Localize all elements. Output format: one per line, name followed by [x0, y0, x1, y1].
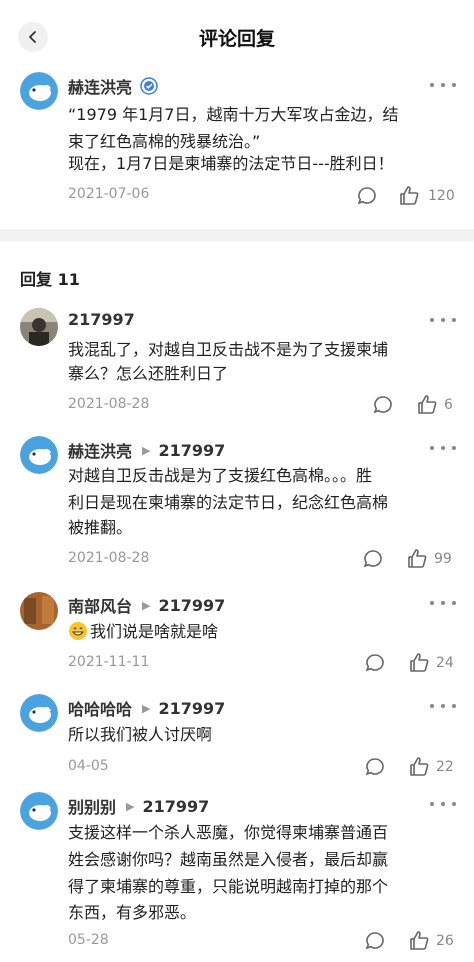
- photo-avatar-icon: [20, 592, 58, 630]
- reply-bubble-icon[interactable]: [356, 185, 378, 207]
- comment-text-line: “1979 年1月7日，越南十万大军攻占金边，结: [68, 105, 399, 124]
- reply-arrow-icon: ▶: [126, 799, 135, 813]
- replies-heading: 回复 11: [20, 270, 80, 289]
- reply-bubble-icon[interactable]: [372, 394, 394, 416]
- more-options-button[interactable]: [430, 799, 456, 809]
- bird-avatar-icon: [20, 792, 58, 830]
- avatar[interactable]: [20, 436, 58, 474]
- reply-date: 04-05: [68, 758, 109, 774]
- more-options-button[interactable]: [430, 443, 456, 453]
- reply-text-line: 得了柬埔寨的尊重，只能说明越南打掉的那个: [68, 877, 389, 896]
- reply-text-line: 支援这样一个杀人恶魔，你觉得柬埔寨普通百: [68, 823, 389, 842]
- reply-to-username[interactable]: 217997: [158, 699, 225, 718]
- like-count: 24: [436, 655, 454, 671]
- username-text: 别别别: [68, 798, 117, 817]
- thumbs-up-icon[interactable]: [408, 930, 430, 952]
- username-text: 哈哈哈哈: [68, 700, 133, 719]
- thumbs-up-icon[interactable]: [408, 652, 430, 674]
- reply-bubble-icon[interactable]: [364, 756, 386, 778]
- reply-date: 2021-08-28: [68, 396, 150, 412]
- reply-arrow-icon: ▶: [142, 701, 151, 715]
- photo-avatar-icon: [20, 308, 58, 346]
- like-count: 120: [428, 188, 455, 204]
- reply-to-username[interactable]: 217997: [158, 441, 225, 460]
- verified-badge-icon: [140, 77, 158, 95]
- reply-to-username[interactable]: 217997: [158, 596, 225, 615]
- avatar[interactable]: [20, 792, 58, 830]
- section-divider: [0, 229, 474, 241]
- more-options-button[interactable]: [430, 598, 456, 608]
- top-bar: 评论回复: [0, 0, 474, 76]
- reply-text: 我们说是啥就是啥: [90, 622, 219, 641]
- reply-username[interactable]: 赫连洪亮 ▶ 217997: [68, 438, 225, 462]
- avatar[interactable]: [20, 592, 58, 630]
- reply-arrow-icon: ▶: [142, 598, 151, 612]
- bird-avatar-icon: [20, 72, 58, 110]
- username-text: 赫连洪亮: [68, 78, 133, 97]
- avatar[interactable]: [20, 308, 58, 346]
- thumbs-up-icon[interactable]: [416, 394, 438, 416]
- reply-date: 2021-11-11: [68, 654, 150, 670]
- thumbs-up-icon[interactable]: [408, 756, 430, 778]
- like-count: 22: [436, 759, 454, 775]
- username-text: 217997: [68, 310, 135, 329]
- reply-text-line: 利日是现在柬埔寨的法定节日，纪念红色高棉: [68, 493, 389, 512]
- reply-text-line: 被推翻。: [68, 518, 133, 537]
- reply-username[interactable]: 哈哈哈哈 ▶ 217997: [68, 696, 225, 720]
- reply-text-line: 东西，有多邪恶。: [68, 903, 197, 922]
- reply-text-line: 我们说是啥就是啥: [68, 618, 218, 645]
- reply-text-line: 我混乱了，对越自卫反击战不是为了支援柬埔: [68, 340, 389, 359]
- like-count: 26: [436, 933, 454, 949]
- more-options-button[interactable]: [430, 315, 456, 325]
- page-title: 评论回复: [198, 28, 275, 50]
- reply-bubble-icon[interactable]: [362, 548, 384, 570]
- reply-arrow-icon: ▶: [142, 443, 151, 457]
- username-text: 南部风台: [68, 597, 133, 616]
- comment-date: 2021-07-06: [68, 186, 150, 202]
- bird-avatar-icon: [20, 436, 58, 474]
- reply-text-line: 寨么？怎么还胜利日了: [68, 364, 229, 383]
- reply-username[interactable]: 南部风台 ▶ 217997: [68, 593, 225, 617]
- bird-avatar-icon: [20, 694, 58, 732]
- grin-emoji-icon: [69, 622, 87, 640]
- reply-username[interactable]: 别别别 ▶ 217997: [68, 794, 209, 818]
- reply-date: 2021-08-28: [68, 550, 150, 566]
- comment-text-line: 现在，1月7日是柬埔寨的法定节日---胜利日！: [68, 154, 394, 173]
- thumbs-up-icon[interactable]: [398, 185, 420, 207]
- reply-text-line: 姓会感谢你吗？越南虽然是入侵者，最后却赢: [68, 850, 389, 869]
- avatar[interactable]: [20, 72, 58, 110]
- reply-bubble-icon[interactable]: [364, 652, 386, 674]
- reply-to-username[interactable]: 217997: [142, 797, 209, 816]
- reply-bubble-icon[interactable]: [364, 930, 386, 952]
- thumbs-up-icon[interactable]: [406, 548, 428, 570]
- like-count: 99: [434, 551, 452, 567]
- avatar[interactable]: [20, 694, 58, 732]
- more-options-button[interactable]: [430, 80, 456, 90]
- reply-date: 05-28: [68, 932, 109, 948]
- reply-text-line: 对越自卫反击战是为了支援红色高棉。。。胜: [68, 466, 373, 485]
- more-options-button[interactable]: [430, 701, 456, 711]
- comment-username[interactable]: 赫连洪亮: [68, 74, 158, 98]
- username-text: 赫连洪亮: [68, 442, 133, 461]
- reply-text-line: 所以我们被人讨厌啊: [68, 725, 213, 744]
- like-count: 6: [444, 397, 453, 413]
- reply-username[interactable]: 217997: [68, 310, 135, 329]
